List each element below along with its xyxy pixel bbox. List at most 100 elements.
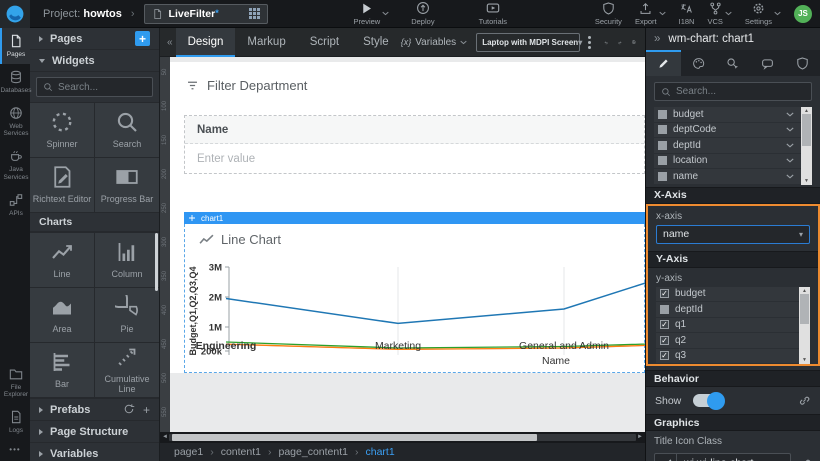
settings-button[interactable]: Settings (745, 2, 781, 26)
rail-item-pages[interactable]: Pages (0, 28, 30, 64)
collapse-left-panel-button[interactable]: « (167, 37, 173, 48)
security-button[interactable]: Security (595, 2, 622, 26)
widgets-accordion[interactable]: Widgets (30, 50, 159, 72)
field-checkbox[interactable] (660, 305, 669, 314)
field-row[interactable]: location (654, 154, 812, 170)
widget-tile-bar[interactable]: Bar (30, 343, 94, 397)
page-structure-accordion[interactable]: Page Structure (30, 420, 159, 442)
widget-tile-search[interactable]: Search (95, 103, 159, 157)
left-panel-scrollbar[interactable] (155, 233, 158, 291)
field-checkbox[interactable] (658, 110, 667, 119)
field-row[interactable]: budget (656, 287, 810, 303)
title-icon-class-input[interactable]: wi wi-line-chart (654, 453, 791, 461)
rail-item-web-services[interactable]: Web Services (0, 100, 30, 144)
field-row[interactable]: q1 (656, 318, 810, 334)
livefilter-form[interactable]: Name Enter value (184, 115, 645, 174)
field-row[interactable]: q3 (656, 349, 810, 365)
field-row[interactable]: name (654, 169, 812, 185)
graphics-section-header[interactable]: Graphics (646, 414, 820, 431)
rail-item-file-explorer[interactable]: File Explorer (0, 361, 30, 405)
tab-styles[interactable] (681, 50, 716, 76)
export-button[interactable]: Export (635, 2, 666, 26)
variables-accordion[interactable]: Variables (30, 442, 159, 461)
field-checkbox[interactable] (658, 172, 667, 181)
scroll-down-arrow-icon[interactable]: ▼ (804, 178, 809, 184)
tab-design[interactable]: Design (176, 28, 236, 57)
chevron-down-icon[interactable] (786, 112, 794, 117)
page-tab-livefilter[interactable]: LiveFilter* (144, 4, 268, 24)
collapse-panel-button[interactable]: » (654, 33, 660, 45)
field-checkbox[interactable] (660, 351, 669, 360)
breadcrumb-item[interactable]: chart1 (365, 446, 394, 458)
show-toggle[interactable] (693, 394, 723, 407)
scroll-down-arrow-icon[interactable]: ▼ (802, 357, 807, 363)
pages-accordion[interactable]: Pages+ (30, 28, 159, 50)
list-scrollbar[interactable]: ▲▼ (801, 107, 812, 185)
x-axis-section-header[interactable]: X-Axis (646, 187, 820, 204)
more-options-dots-icon[interactable]: ••• (0, 440, 30, 461)
field-checkbox[interactable] (660, 289, 669, 298)
move-icon[interactable] (188, 214, 196, 222)
tutorials-button[interactable]: Tutorials (479, 1, 507, 26)
undo-button[interactable] (604, 35, 608, 50)
rail-item-java-services[interactable]: Java Services (0, 143, 30, 187)
save-button[interactable] (632, 35, 636, 49)
bind-link-icon[interactable] (798, 394, 811, 407)
rail-item-logs[interactable]: Logs (0, 404, 30, 440)
i18n-button[interactable]: I18N (679, 2, 695, 26)
variables-dropdown[interactable]: {x}Variables (401, 37, 467, 48)
field-row[interactable]: q2 (656, 333, 810, 349)
tab-style[interactable]: Style (351, 28, 401, 57)
property-search-input[interactable]: Search... (654, 82, 812, 101)
user-avatar[interactable]: JS (794, 5, 812, 23)
more-menu-button[interactable] (588, 36, 591, 49)
list-scrollbar[interactable]: ▲▼ (799, 287, 810, 365)
field-checkbox[interactable] (660, 320, 669, 329)
tab-markup[interactable]: Markup (235, 28, 297, 57)
x-axis-select[interactable]: name▾ (656, 225, 810, 244)
widget-tile-pie[interactable]: Pie (95, 288, 159, 342)
app-logo[interactable] (0, 0, 30, 28)
rail-item-apis[interactable]: APIs (0, 187, 30, 223)
chevron-down-icon[interactable] (786, 158, 794, 163)
horizontal-scrollbar[interactable]: ◄ ► (160, 432, 645, 443)
tab-devices[interactable] (750, 50, 785, 76)
tab-properties[interactable] (646, 50, 681, 76)
scroll-right-arrow-icon[interactable]: ► (637, 434, 643, 441)
add-page-button[interactable]: + (135, 31, 150, 46)
tab-security[interactable] (785, 50, 820, 76)
device-selector[interactable]: Laptop with MDPI Screen▾ (476, 33, 580, 52)
name-input[interactable]: Enter value (185, 144, 644, 173)
widget-tile-progress-bar[interactable]: Progress Bar (95, 158, 159, 212)
field-row[interactable]: deptCode (654, 123, 812, 139)
grid-icon[interactable] (249, 8, 260, 19)
widget-tile-cumulative-line[interactable]: Cumulative Line (95, 343, 159, 397)
breadcrumb-item[interactable]: page1 (174, 446, 203, 458)
widget-tile-column[interactable]: Column (95, 233, 159, 287)
add-prefab-button[interactable]: + (143, 403, 150, 417)
rail-item-databases[interactable]: Databases (0, 64, 30, 100)
field-row[interactable]: budget (654, 107, 812, 123)
tab-script[interactable]: Script (298, 28, 351, 57)
prefabs-accordion[interactable]: Prefabs+ (30, 398, 159, 420)
deploy-button[interactable]: Deploy (411, 1, 434, 26)
widget-tile-line[interactable]: Line (30, 233, 94, 287)
field-checkbox[interactable] (660, 336, 669, 345)
scroll-left-arrow-icon[interactable]: ◄ (162, 434, 168, 441)
field-row[interactable]: deptId (654, 138, 812, 154)
bind-link-icon[interactable] (799, 457, 812, 461)
field-checkbox[interactable] (658, 125, 667, 134)
field-checkbox[interactable] (658, 141, 667, 150)
behavior-section-header[interactable]: Behavior (646, 370, 820, 387)
field-row[interactable]: deptId (656, 302, 810, 318)
redo-button[interactable] (618, 35, 622, 50)
widget-search-input[interactable]: Search... (36, 77, 153, 97)
chevron-down-icon[interactable] (786, 127, 794, 132)
widget-selection-bar[interactable]: chart1 (184, 212, 645, 224)
preview-button[interactable]: Preview (354, 2, 390, 26)
widget-tile-spinner[interactable]: Spinner (30, 103, 94, 157)
chevron-down-icon[interactable] (786, 143, 794, 148)
refresh-icon[interactable] (123, 403, 135, 415)
chart-body[interactable]: Line Chart Budget,Q1,Q2,Q3,Q4 3M2M1M200k… (184, 224, 645, 373)
page-surface[interactable]: Filter Department Name Enter value chart… (170, 62, 645, 373)
